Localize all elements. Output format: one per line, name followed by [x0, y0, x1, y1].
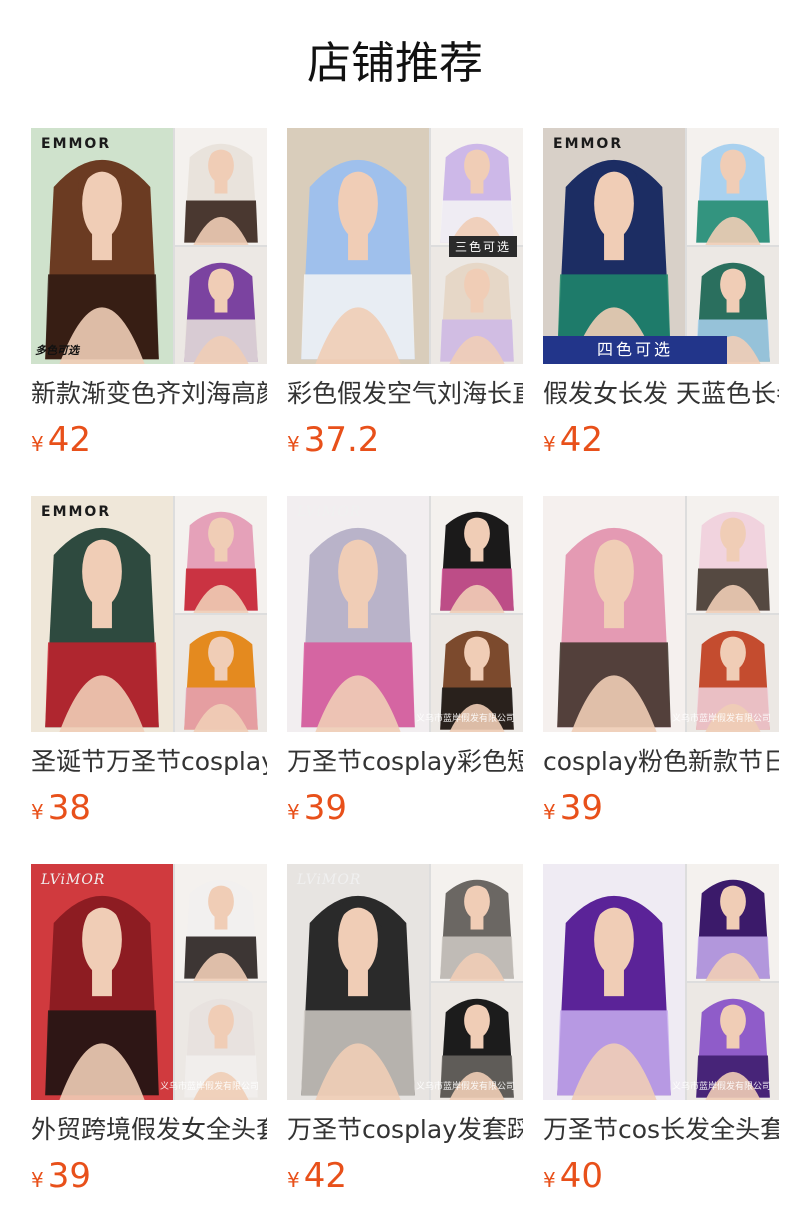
product-grid: EMMOR 多色可选 新款渐变色齐刘海高颜值 ¥42 三色可选 彩色假发空气刘海长… — [31, 128, 790, 1232]
product-title[interactable]: 圣诞节万圣节cosplay假发 — [31, 746, 267, 778]
currency-symbol: ¥ — [543, 1168, 556, 1192]
product-price: ¥42 — [31, 420, 267, 460]
recommendation-page: 店铺推荐 EMMOR 多色可选 新款渐变色齐刘海高颜值 ¥42 三色可选 彩色假发… — [0, 0, 790, 1232]
product-card[interactable]: EMMOR 四色可选 假发女长发 天蓝色长卷发 ¥42 — [543, 128, 779, 496]
product-title[interactable]: 万圣节cosplay彩色短卷发 — [287, 746, 523, 778]
product-price: ¥42 — [543, 420, 779, 460]
product-photo — [287, 864, 523, 1100]
product-card[interactable]: EMMOR 圣诞节万圣节cosplay假发 ¥38 — [31, 496, 267, 864]
product-image[interactable]: EMMOR 多色可选 — [31, 128, 267, 364]
image-overlay-text: 四色可选 — [543, 336, 727, 364]
product-image[interactable]: 三色可选 — [287, 128, 523, 364]
product-title[interactable]: 彩色假发空气刘海长直发 — [287, 378, 523, 410]
image-overlay-text: 义乌市蓝岸假发有限公司 — [415, 1082, 515, 1092]
price-value: 42 — [303, 1156, 347, 1196]
image-overlay-text: 三色可选 — [448, 236, 517, 257]
product-price: ¥39 — [287, 788, 523, 828]
product-photo — [287, 496, 523, 732]
product-image[interactable]: LViMOR 义乌市蓝岸假发有限公司 — [287, 496, 523, 732]
image-overlay-text: 义乌市蓝岸假发有限公司 — [159, 1082, 259, 1092]
currency-symbol: ¥ — [287, 800, 300, 824]
product-card[interactable]: EMMOR 多色可选 新款渐变色齐刘海高颜值 ¥42 — [31, 128, 267, 496]
product-image[interactable]: 义乌市蓝岸假发有限公司 — [543, 864, 779, 1100]
price-value: 38 — [47, 788, 91, 828]
product-price: ¥42 — [287, 1156, 523, 1196]
currency-symbol: ¥ — [543, 432, 556, 456]
currency-symbol: ¥ — [287, 1168, 300, 1192]
product-title[interactable]: 假发女长发 天蓝色长卷发 — [543, 378, 779, 410]
price-value: 37.2 — [303, 420, 380, 460]
product-photo — [543, 864, 779, 1100]
product-photo — [31, 128, 267, 364]
product-image[interactable]: EMMOR 四色可选 — [543, 128, 779, 364]
product-price: ¥37.2 — [287, 420, 523, 460]
currency-symbol: ¥ — [31, 432, 44, 456]
product-image[interactable]: 义乌市蓝岸假发有限公司 — [543, 496, 779, 732]
brand-logo: EMMOR — [41, 504, 112, 520]
product-card[interactable]: LViMOR 义乌市蓝岸假发有限公司 外贸跨境假发女全头套 ¥39 — [31, 864, 267, 1232]
product-card[interactable]: 三色可选 彩色假发空气刘海长直发 ¥37.2 — [287, 128, 523, 496]
product-title[interactable]: 新款渐变色齐刘海高颜值 — [31, 378, 267, 410]
product-card[interactable]: 义乌市蓝岸假发有限公司 cosplay粉色新款节日假发 ¥39 — [543, 496, 779, 864]
product-title[interactable]: 万圣节cosplay发套踩雷 — [287, 1114, 523, 1146]
product-image[interactable]: LViMOR 义乌市蓝岸假发有限公司 — [31, 864, 267, 1100]
currency-symbol: ¥ — [543, 800, 556, 824]
product-photo — [31, 496, 267, 732]
product-price: ¥40 — [543, 1156, 779, 1196]
product-title[interactable]: 外贸跨境假发女全头套 — [31, 1114, 267, 1146]
currency-symbol: ¥ — [31, 1168, 44, 1192]
price-value: 39 — [303, 788, 347, 828]
product-image[interactable]: EMMOR — [31, 496, 267, 732]
currency-symbol: ¥ — [31, 800, 44, 824]
currency-symbol: ¥ — [287, 432, 300, 456]
product-photo — [31, 864, 267, 1100]
brand-logo: LViMOR — [297, 872, 362, 888]
product-title[interactable]: cosplay粉色新款节日假发 — [543, 746, 779, 778]
image-overlay-text: 义乌市蓝岸假发有限公司 — [671, 714, 771, 724]
price-value: 40 — [559, 1156, 603, 1196]
price-value: 39 — [47, 1156, 91, 1196]
brand-logo: EMMOR — [553, 136, 624, 152]
product-price: ¥38 — [31, 788, 267, 828]
product-image[interactable]: LViMOR 义乌市蓝岸假发有限公司 — [287, 864, 523, 1100]
product-card[interactable]: 义乌市蓝岸假发有限公司 万圣节cos长发全头套 ¥40 — [543, 864, 779, 1232]
product-card[interactable]: LViMOR 义乌市蓝岸假发有限公司 万圣节cosplay彩色短卷发 ¥39 — [287, 496, 523, 864]
product-card[interactable]: LViMOR 义乌市蓝岸假发有限公司 万圣节cosplay发套踩雷 ¥42 — [287, 864, 523, 1232]
product-photo — [543, 128, 779, 364]
product-photo — [543, 496, 779, 732]
product-price: ¥39 — [543, 788, 779, 828]
price-value: 42 — [559, 420, 603, 460]
product-title[interactable]: 万圣节cos长发全头套 — [543, 1114, 779, 1146]
image-overlay-text: 义乌市蓝岸假发有限公司 — [415, 714, 515, 724]
brand-logo: EMMOR — [41, 136, 112, 152]
price-value: 39 — [559, 788, 603, 828]
brand-logo: LViMOR — [297, 504, 362, 520]
brand-logo: LViMOR — [41, 872, 106, 888]
section-title: 店铺推荐 — [307, 38, 483, 89]
image-overlay-text: 义乌市蓝岸假发有限公司 — [671, 1082, 771, 1092]
product-price: ¥39 — [31, 1156, 267, 1196]
price-value: 42 — [47, 420, 91, 460]
image-overlay-text: 多色可选 — [35, 344, 79, 357]
